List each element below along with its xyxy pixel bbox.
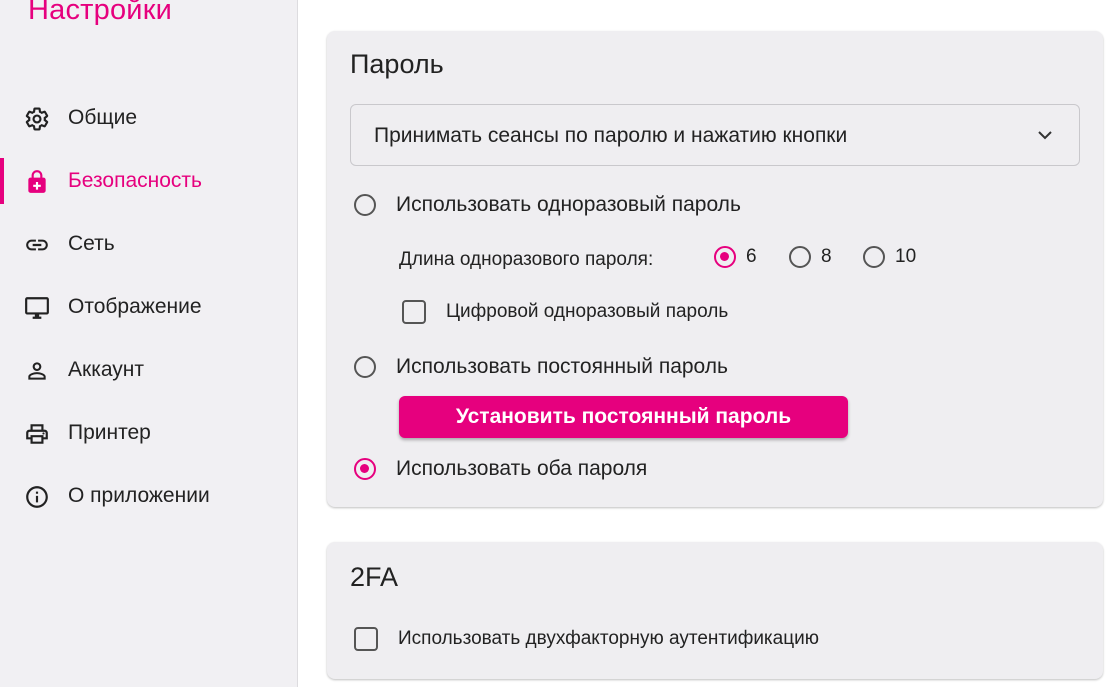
length-option-8[interactable]: 8 (789, 246, 832, 268)
sidebar-item-label: О приложении (68, 484, 210, 507)
sidebar-item-display[interactable]: Отображение (0, 284, 297, 330)
sidebar-item-about[interactable]: О приложении (0, 473, 297, 519)
printer-icon (24, 421, 50, 447)
password-length-label: Длина одноразового пароля: (399, 249, 654, 270)
radio-button[interactable] (714, 246, 736, 268)
numeric-password-checkbox[interactable]: Цифровой одноразовый пароль (402, 300, 728, 324)
sidebar: Настройки Общие Безопасность Сеть Отобра (0, 0, 298, 687)
gear-icon (24, 106, 50, 132)
link-icon (24, 232, 50, 258)
both-passwords-label: Использовать оба пароля (396, 457, 648, 480)
sidebar-item-label: Общие (68, 106, 138, 129)
settings-window: Настройки Общие Безопасность Сеть Отобра (0, 0, 1116, 687)
length-option-label: 6 (746, 246, 757, 267)
radio-button[interactable] (789, 246, 811, 268)
set-permanent-password-button[interactable]: Установить постоянный пароль (399, 396, 848, 438)
length-option-6[interactable]: 6 (714, 246, 757, 268)
length-option-label: 8 (821, 246, 832, 267)
sidebar-item-printer[interactable]: Принтер (0, 410, 297, 456)
monitor-icon (24, 295, 50, 321)
sidebar-item-label: Сеть (68, 232, 115, 255)
sidebar-item-security[interactable]: Безопасность (0, 158, 297, 204)
info-icon (24, 484, 50, 510)
approve-mode-select[interactable]: Принимать сеансы по паролю и нажатию кно… (350, 104, 1080, 166)
sidebar-item-account[interactable]: Аккаунт (0, 347, 297, 393)
sidebar-title: Настройки (28, 0, 172, 26)
sidebar-item-label: Отображение (68, 295, 202, 318)
length-option-10[interactable]: 10 (863, 246, 916, 268)
length-option-label: 10 (895, 246, 917, 267)
checkbox[interactable] (402, 300, 426, 324)
one-time-password-radio[interactable]: Использовать одноразовый пароль (354, 193, 741, 217)
radio-button[interactable] (354, 458, 376, 480)
sidebar-item-label: Принтер (68, 421, 151, 444)
twofa-label: Использовать двухфакторную аутентификаци… (398, 628, 819, 649)
password-card-title: Пароль (350, 49, 444, 79)
twofa-card: 2FA Использовать двухфакторную аутентифи… (327, 542, 1103, 679)
radio-button[interactable] (863, 246, 885, 268)
lock-icon (24, 169, 50, 195)
approve-mode-value: Принимать сеансы по паролю и нажатию кно… (374, 124, 848, 147)
sidebar-item-network[interactable]: Сеть (0, 221, 297, 267)
checkbox[interactable] (354, 627, 378, 651)
twofa-checkbox[interactable]: Использовать двухфакторную аутентификаци… (354, 627, 819, 651)
person-icon (24, 358, 50, 384)
numeric-password-label: Цифровой одноразовый пароль (446, 301, 729, 322)
chevron-down-icon (1035, 125, 1055, 145)
password-card: Пароль Принимать сеансы по паролю и нажа… (327, 31, 1103, 507)
radio-button[interactable] (354, 356, 376, 378)
both-passwords-radio[interactable]: Использовать оба пароля (354, 457, 647, 481)
radio-button[interactable] (354, 194, 376, 216)
one-time-password-label: Использовать одноразовый пароль (396, 193, 741, 216)
permanent-password-label: Использовать постоянный пароль (396, 355, 728, 378)
sidebar-item-general[interactable]: Общие (0, 95, 297, 141)
permanent-password-radio[interactable]: Использовать постоянный пароль (354, 355, 728, 379)
sidebar-item-label: Аккаунт (68, 358, 145, 381)
sidebar-item-label: Безопасность (68, 169, 202, 192)
twofa-card-title: 2FA (350, 562, 399, 592)
